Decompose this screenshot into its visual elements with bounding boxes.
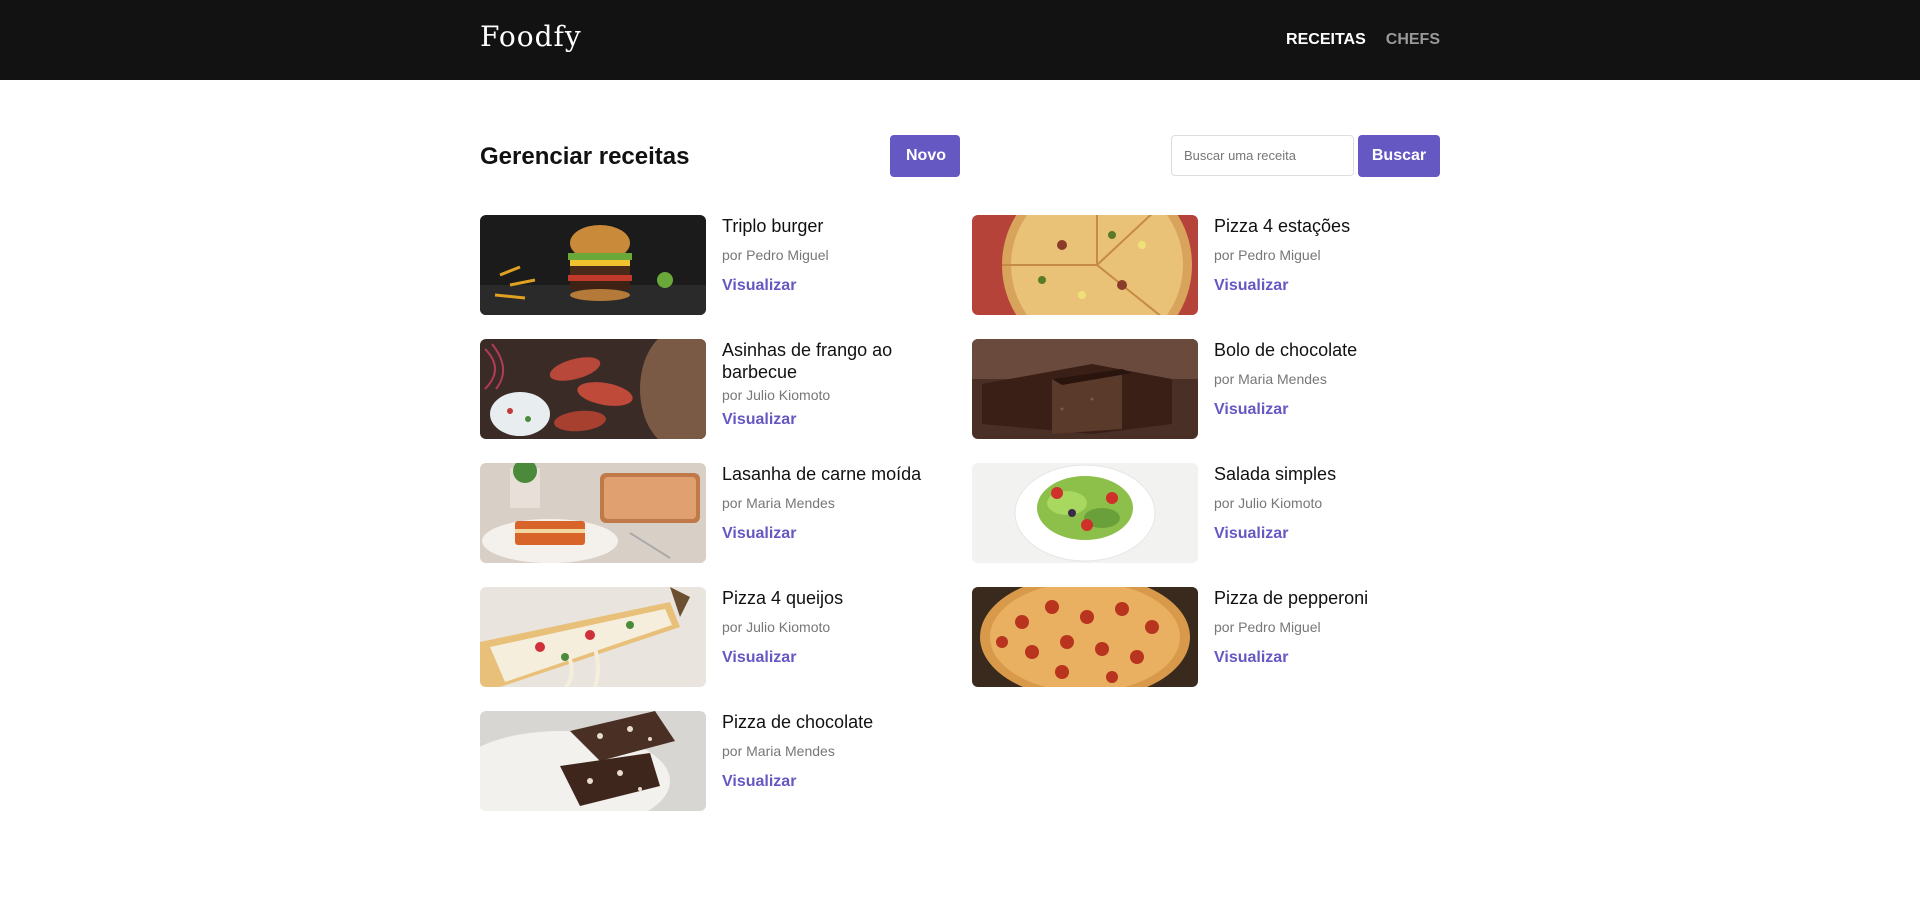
recipe-image-chocolate-pizza[interactable] — [480, 711, 706, 811]
recipe-image-pizza-4-estacoes[interactable] — [972, 215, 1198, 315]
recipe-author: por Julio Kiomoto — [1214, 495, 1323, 511]
recipe-info: Pizza 4 queijos por Julio Kiomoto Visual… — [706, 587, 932, 687]
recipe-image-burger[interactable] — [480, 215, 706, 315]
search-form: Buscar — [1171, 135, 1440, 177]
recipe-card: Salada simples por Julio Kiomoto Visuali… — [972, 463, 1440, 563]
main-nav: RECEITAS CHEFS — [1286, 31, 1440, 49]
recipe-info: Pizza de chocolate por Maria Mendes Visu… — [706, 711, 932, 811]
recipe-info: Pizza 4 estações por Pedro Miguel Visual… — [1198, 215, 1424, 315]
search-button[interactable]: Buscar — [1358, 135, 1440, 177]
search-input[interactable] — [1171, 135, 1354, 176]
recipe-card: Asinhas de frango ao barbecue por Julio … — [480, 339, 972, 439]
recipe-name: Pizza de pepperoni — [1214, 588, 1369, 608]
view-recipe-link[interactable]: Visualizar — [722, 525, 932, 543]
recipe-name: Bolo de chocolate — [1214, 340, 1358, 360]
main-content: Gerenciar receitas Novo Buscar uma recei… — [480, 135, 1440, 811]
recipe-name: Asinhas de frango ao barbecue — [722, 340, 893, 382]
recipe-image-chocolate-cake[interactable] — [972, 339, 1198, 439]
view-recipe-link[interactable]: Visualizar — [722, 649, 932, 667]
recipe-name: Pizza 4 queijos — [722, 588, 844, 608]
nav-chefs-link[interactable]: CHEFS — [1386, 31, 1440, 49]
recipe-card: Lasanha de carne moída por Maria Mendes … — [480, 463, 972, 563]
recipe-card: Bolo de chocolate por Maria Mendes Visua… — [972, 339, 1440, 439]
top-navbar: Foodfy RECEITAS CHEFS — [0, 0, 1920, 80]
recipe-image-pepperoni-pizza[interactable] — [972, 587, 1198, 687]
new-recipe-button[interactable]: Novo — [890, 135, 960, 177]
recipe-info: Salada simples por Julio Kiomoto Visuali… — [1198, 463, 1424, 563]
recipe-image-salad[interactable] — [972, 463, 1198, 563]
view-recipe-link[interactable]: Visualizar — [722, 277, 932, 295]
recipe-info: Bolo de chocolate por Maria Mendes Visua… — [1198, 339, 1424, 439]
recipe-info: Lasanha de carne moída por Maria Mendes … — [706, 463, 932, 563]
recipe-card: Triplo burger por Pedro Miguel Visualiza… — [480, 215, 972, 315]
recipe-name: Pizza 4 estações — [1214, 216, 1351, 236]
recipe-author: por Pedro Miguel — [722, 247, 829, 263]
view-recipe-link[interactable]: Visualizar — [1214, 525, 1424, 543]
nav-recipes-link[interactable]: RECEITAS — [1286, 31, 1366, 49]
page-title: Gerenciar receitas — [480, 143, 690, 170]
view-recipe-link[interactable]: Visualizar — [1214, 277, 1424, 295]
view-recipe-link[interactable]: Visualizar — [1214, 649, 1424, 667]
recipe-name: Pizza de chocolate — [722, 712, 874, 732]
recipe-author: por Maria Mendes — [722, 743, 835, 759]
recipe-author: por Pedro Miguel — [1214, 619, 1321, 635]
recipe-author: por Maria Mendes — [1214, 371, 1327, 387]
recipe-image-chicken-wings[interactable] — [480, 339, 706, 439]
recipe-grid: Triplo burger por Pedro Miguel Visualiza… — [480, 215, 1440, 811]
recipe-info: Pizza de pepperoni por Pedro Miguel Visu… — [1198, 587, 1424, 687]
recipe-card: Pizza 4 queijos por Julio Kiomoto Visual… — [480, 587, 972, 687]
recipe-card: Pizza 4 estações por Pedro Miguel Visual… — [972, 215, 1440, 315]
recipe-name: Lasanha de carne moída — [722, 464, 922, 484]
recipe-info: Triplo burger por Pedro Miguel Visualiza… — [706, 215, 932, 315]
recipe-name: Salada simples — [1214, 464, 1337, 484]
view-recipe-link[interactable]: Visualizar — [722, 411, 932, 429]
page-header: Gerenciar receitas Novo Buscar — [480, 135, 1440, 215]
recipe-image-cheese-pizza[interactable] — [480, 587, 706, 687]
recipe-name: Triplo burger — [722, 216, 824, 236]
recipe-image-lasagna[interactable] — [480, 463, 706, 563]
recipe-info: Asinhas de frango ao barbecue por Julio … — [706, 339, 932, 439]
logo[interactable]: Foodfy — [480, 20, 582, 53]
recipe-author: por Julio Kiomoto — [722, 387, 831, 403]
recipe-card: Pizza de chocolate por Maria Mendes Visu… — [480, 711, 972, 811]
recipe-card: Pizza de pepperoni por Pedro Miguel Visu… — [972, 587, 1440, 687]
recipe-author: por Maria Mendes — [722, 495, 835, 511]
view-recipe-link[interactable]: Visualizar — [722, 773, 932, 791]
recipe-author: por Pedro Miguel — [1214, 247, 1321, 263]
recipe-author: por Julio Kiomoto — [722, 619, 831, 635]
view-recipe-link[interactable]: Visualizar — [1214, 401, 1424, 419]
